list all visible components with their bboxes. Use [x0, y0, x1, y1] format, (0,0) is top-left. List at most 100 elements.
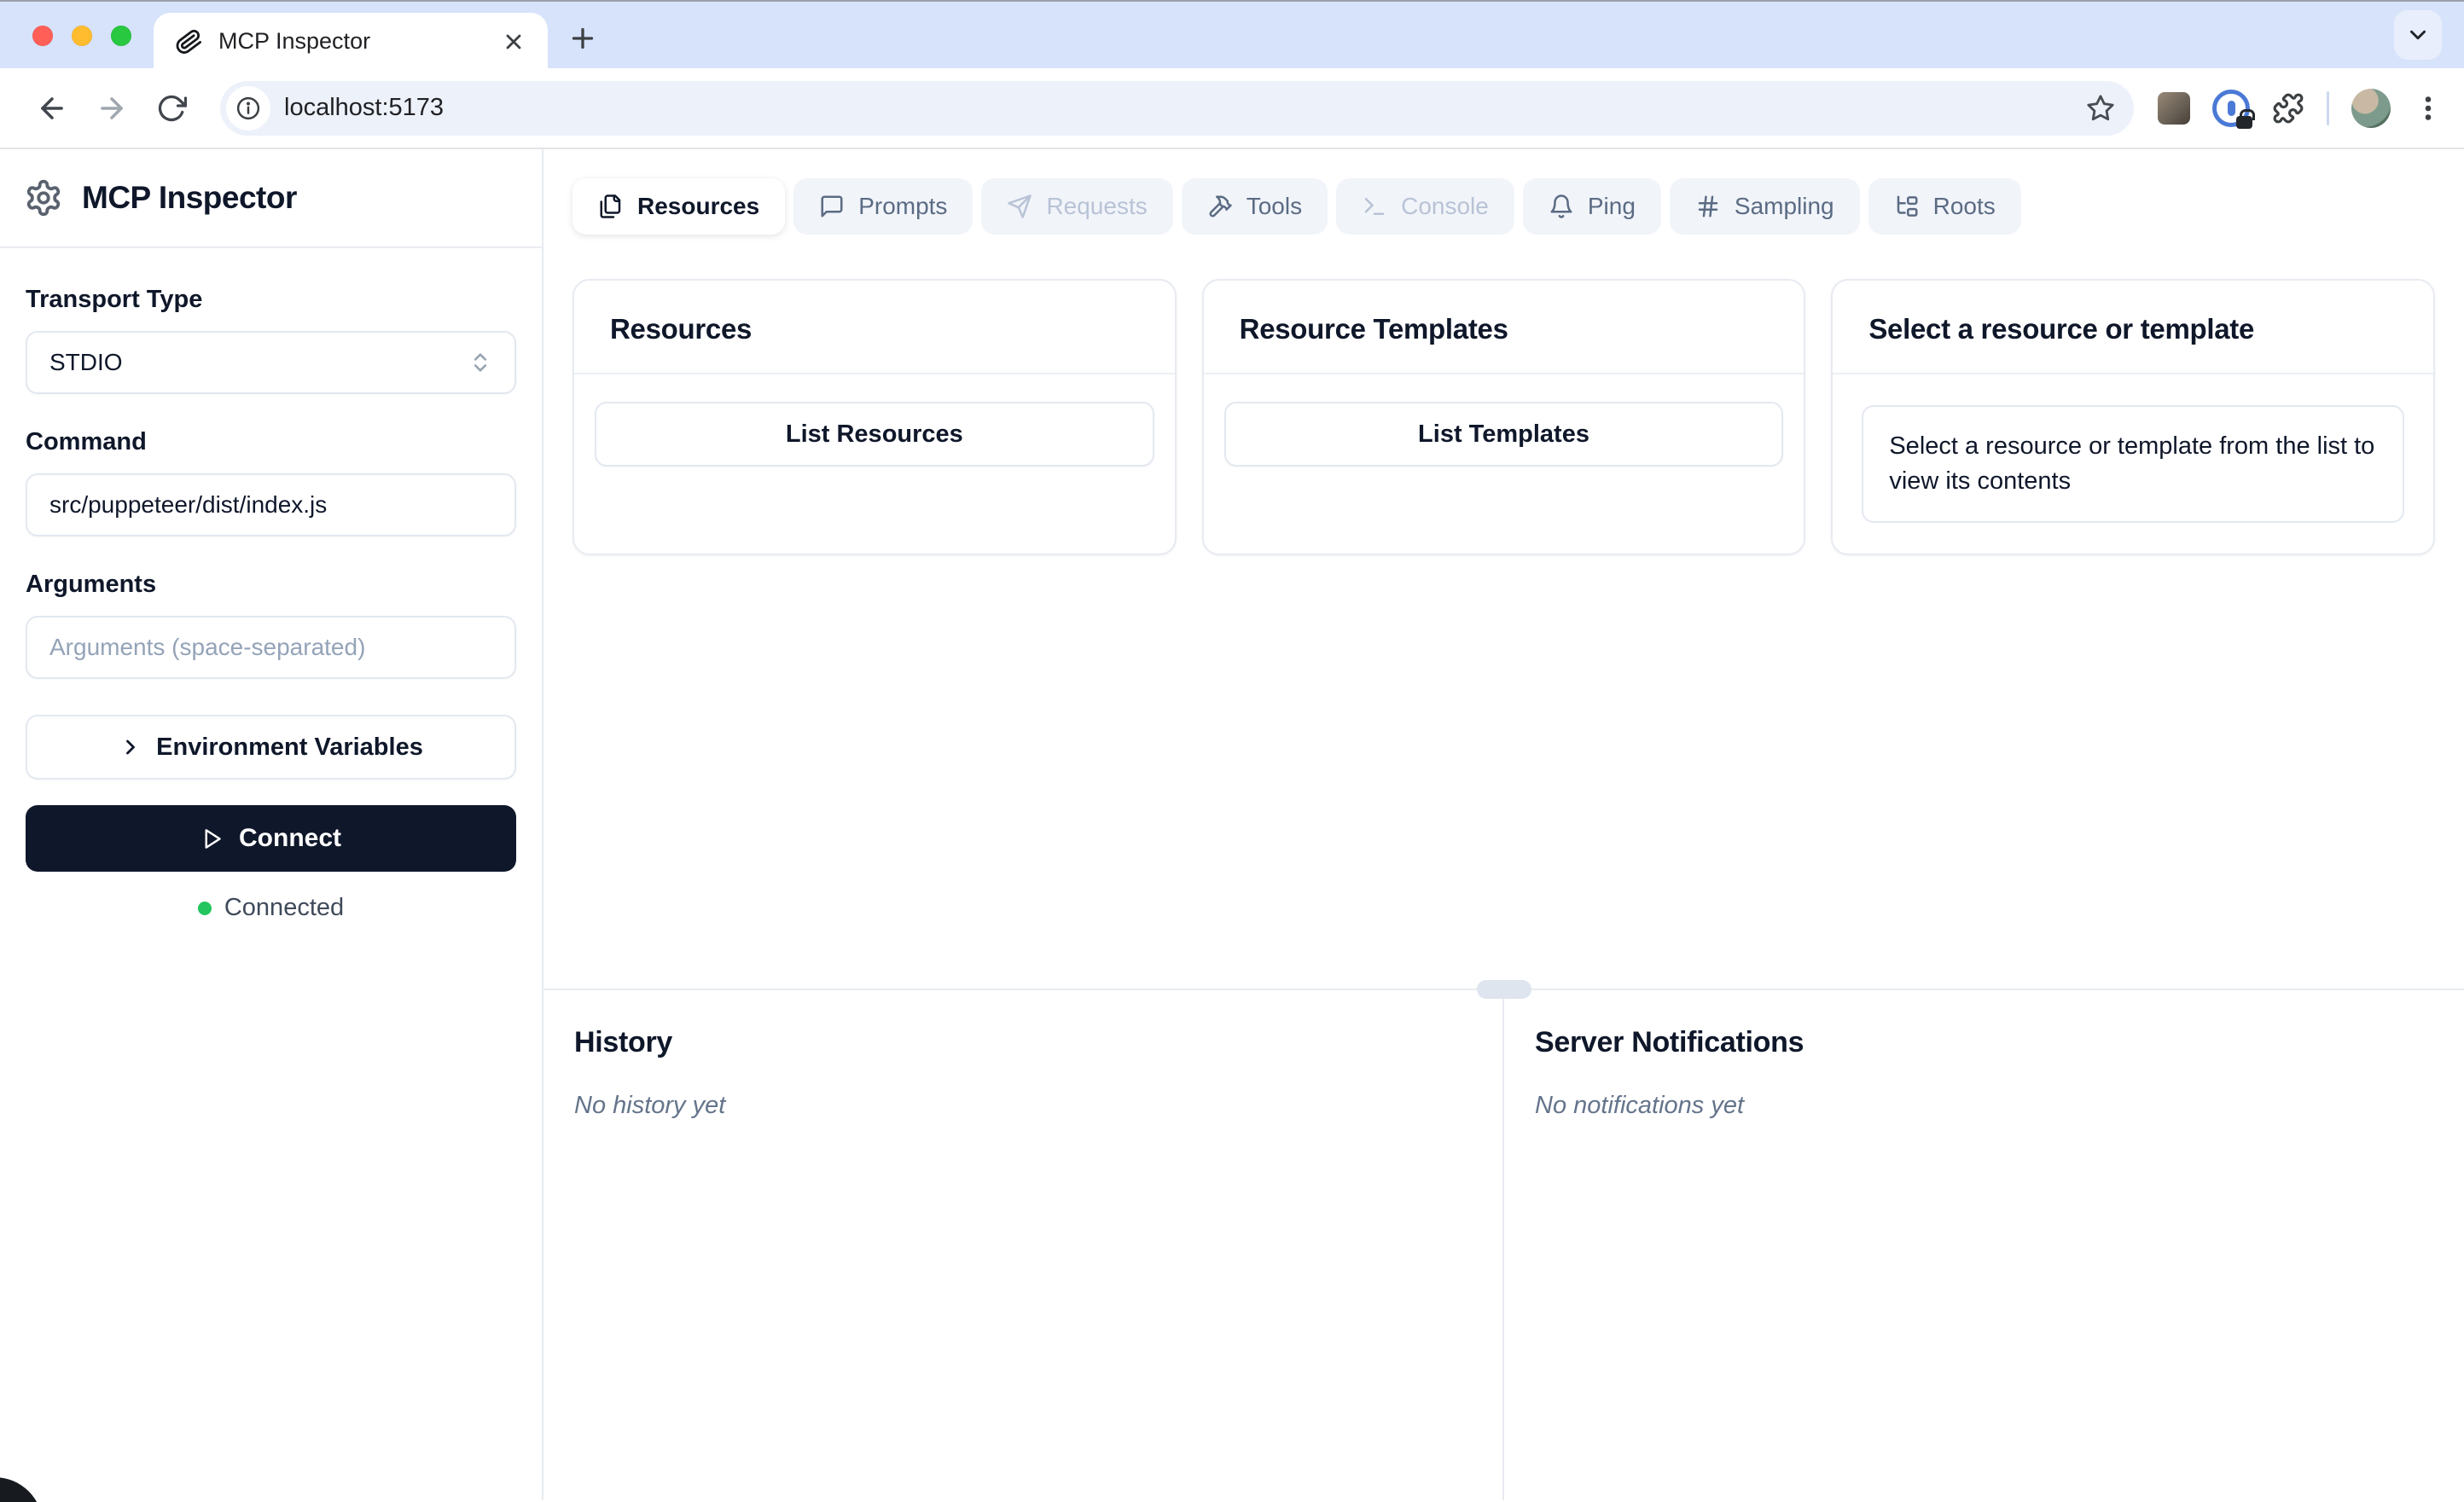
extensions-puzzle-icon[interactable] [2272, 92, 2304, 125]
forward-button[interactable] [82, 78, 142, 138]
new-tab-button[interactable] [563, 19, 602, 58]
main-tab-bar: Resources Prompts Requests Tools Console [543, 149, 2464, 235]
history-title: History [574, 1026, 673, 1058]
bookmark-star-icon[interactable] [2086, 94, 2115, 123]
history-pane: History No history yet [543, 990, 1504, 1500]
tab-label: Sampling [1734, 193, 1834, 219]
list-templates-button[interactable]: List Templates [1223, 402, 1784, 467]
tab-tools[interactable]: Tools [1181, 178, 1328, 235]
arrow-left-icon [41, 96, 63, 119]
tab-label: Requests [1046, 193, 1148, 219]
card-body: Select a resource or template from the l… [1833, 374, 2433, 554]
connection-status-label: Connected [224, 894, 345, 921]
server-notifications-pane: Server Notifications No notifications ye… [1504, 990, 2464, 1500]
cards-row: Resources List Resources Resource Templa… [543, 235, 2464, 555]
card-title: Resources [610, 313, 753, 345]
message-square-icon [821, 195, 843, 217]
resource-preview-card: Select a resource or template Select a r… [1831, 279, 2436, 555]
server-notifications-title: Server Notifications [1535, 1026, 1804, 1058]
resource-templates-card: Resource Templates List Templates [1201, 279, 1806, 555]
list-resources-button[interactable]: List Resources [595, 402, 1154, 467]
card-title: Resource Templates [1239, 313, 1508, 345]
browser-menu-icon[interactable] [2413, 93, 2444, 124]
gear-icon [24, 178, 63, 217]
environment-variables-label: Environment Variables [156, 733, 423, 761]
app-title: MCP Inspector [82, 180, 297, 215]
transport-type-label: Transport Type [26, 286, 203, 313]
tab-label: Prompts [858, 193, 948, 219]
tab-prompts[interactable]: Prompts [793, 178, 973, 235]
reload-button[interactable] [142, 78, 201, 138]
extension-avatar-icon[interactable] [2158, 91, 2190, 125]
tab-label: Ping [1587, 193, 1636, 219]
lock-icon [2236, 108, 2255, 129]
arguments-label: Arguments [26, 571, 157, 598]
browser-tabstrip: MCP Inspector [0, 0, 2464, 70]
connection-status: Connected [26, 894, 516, 922]
minimize-window-button[interactable] [72, 26, 92, 46]
browser-window: MCP Inspector localhost:5173 MCP Inspect… [0, 0, 2464, 1502]
chevron-right-icon [126, 739, 136, 755]
plus-icon [572, 27, 594, 49]
sidebar: MCP Inspector Transport Type STDIO Comma… [0, 149, 543, 1500]
arguments-input[interactable] [26, 616, 516, 679]
resources-card: Resources List Resources [572, 279, 1177, 555]
files-icon [600, 194, 621, 218]
card-header: Resources [574, 281, 1175, 374]
folder-tree-icon [1897, 195, 1918, 217]
send-icon [1008, 194, 1032, 218]
tab-sampling[interactable]: Sampling [1669, 178, 1860, 235]
play-icon [205, 828, 221, 849]
mcp-logo-favicon [176, 28, 203, 55]
close-window-button[interactable] [32, 26, 53, 46]
main-panel: Resources Prompts Requests Tools Console [543, 149, 2464, 1500]
bottom-split: History No history yet Server Notificati… [543, 980, 2464, 1500]
transport-type-value: STDIO [49, 349, 123, 375]
hash-icon [1698, 195, 1718, 217]
url-text[interactable]: localhost:5173 [284, 94, 2086, 122]
password-manager-glyph [2227, 100, 2235, 116]
info-icon [236, 96, 260, 119]
url-bar[interactable]: localhost:5173 [220, 80, 2134, 136]
password-manager-icon[interactable] [2212, 89, 2255, 129]
tab-resources[interactable]: Resources [565, 178, 786, 235]
macos-window-controls [32, 26, 131, 46]
resize-handle[interactable] [1477, 980, 1531, 999]
card-body: List Resources [574, 374, 1175, 494]
environment-variables-button[interactable]: Environment Variables [26, 715, 516, 780]
profile-avatar[interactable] [2351, 88, 2391, 128]
reload-icon [158, 95, 187, 121]
tab-label: Roots [1932, 193, 1996, 219]
terminal-icon [1364, 198, 1385, 215]
tab-label: Console [1401, 193, 1489, 219]
zoom-window-button[interactable] [111, 26, 131, 46]
tab-console[interactable]: Console [1336, 178, 1514, 235]
card-header: Resource Templates [1203, 281, 1804, 374]
chevron-down-icon [2410, 30, 2426, 40]
chevrons-up-down-icon [468, 351, 492, 374]
tab-label: Tools [1246, 193, 1303, 219]
back-button[interactable] [22, 78, 82, 138]
sidebar-header: MCP Inspector [0, 149, 542, 248]
card-title: Select a resource or template [1868, 313, 2255, 345]
notifications-empty-message: No notifications yet [1535, 1092, 1745, 1119]
sidebar-body: Transport Type STDIO Command Arguments E… [0, 248, 542, 922]
mcp-inspector-app: MCP Inspector Transport Type STDIO Comma… [0, 149, 2464, 1500]
resource-preview-message: Select a resource or template from the l… [1862, 405, 2405, 523]
transport-type-select[interactable]: STDIO [26, 331, 516, 394]
bell-icon [1550, 194, 1572, 218]
card-body: List Templates [1204, 374, 1804, 494]
history-empty-message: No history yet [574, 1092, 726, 1119]
tab-ping[interactable]: Ping [1522, 178, 1661, 235]
connect-button-label: Connect [239, 824, 341, 852]
tab-close-icon[interactable] [502, 30, 526, 54]
site-info-icon[interactable] [226, 85, 270, 130]
tab-requests[interactable]: Requests [981, 178, 1173, 235]
tab-roots[interactable]: Roots [1868, 178, 2021, 235]
command-label: Command [26, 428, 147, 455]
browser-tab[interactable]: MCP Inspector [154, 13, 548, 70]
card-header: Select a resource or template [1833, 281, 2434, 374]
command-input[interactable] [26, 473, 516, 536]
tab-search-chevron-button[interactable] [2394, 10, 2442, 60]
connect-button[interactable]: Connect [26, 805, 516, 872]
